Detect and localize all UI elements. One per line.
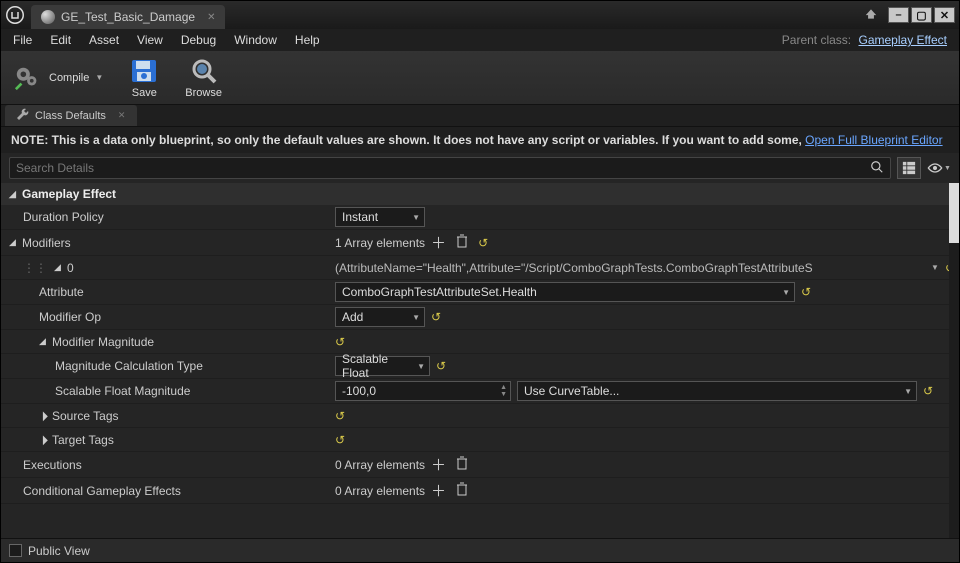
element-menu-icon[interactable]: ▼ — [931, 263, 939, 272]
scalable-reset-button[interactable]: ↺ — [923, 384, 933, 398]
row-source-tags: ◢Source Tags ↺ — [1, 404, 959, 428]
titlebar: GE_Test_Basic_Damage ✕ – ▢ ✕ — [1, 1, 959, 29]
data-only-note: NOTE: This is a data only blueprint, so … — [1, 127, 959, 153]
compile-dropdown-icon[interactable]: ▼ — [95, 73, 103, 82]
conditional-add-button[interactable]: ＋ — [431, 480, 446, 501]
collapse-icon: ◢ — [9, 189, 18, 200]
row-modifier-0: ⋮⋮◢0 (AttributeName="Health",Attribute="… — [1, 256, 959, 280]
compile-button[interactable]: Compile ▼ — [13, 64, 103, 92]
minimize-button[interactable]: – — [888, 7, 909, 23]
browse-button[interactable]: Browse — [185, 57, 222, 99]
section-gameplay-effect[interactable]: ◢ Gameplay Effect — [1, 183, 959, 205]
mag-calc-reset-button[interactable]: ↺ — [436, 359, 446, 373]
asset-tab[interactable]: GE_Test_Basic_Damage ✕ — [31, 5, 225, 29]
source-tags-reset-button[interactable]: ↺ — [335, 409, 345, 423]
details-panel: ◢ Gameplay Effect Duration Policy Instan… — [1, 183, 959, 538]
close-button[interactable]: ✕ — [934, 7, 955, 23]
modifiers-reset-button[interactable]: ↺ — [478, 236, 488, 250]
asset-sphere-icon — [41, 10, 55, 24]
spinner-icon[interactable]: ▲▼ — [500, 384, 507, 398]
source-control-icon[interactable] — [864, 7, 878, 24]
browse-magnifier-icon — [189, 57, 219, 85]
scrollbar-track[interactable] — [949, 183, 959, 538]
scrollbar-thumb[interactable] — [949, 183, 959, 243]
parent-class-link[interactable]: Gameplay Effect — [859, 33, 948, 47]
mag-calc-dropdown[interactable]: Scalable Float — [335, 356, 430, 376]
compile-gear-icon — [13, 64, 43, 92]
public-view-checkbox[interactable] — [9, 544, 22, 557]
save-floppy-icon — [129, 57, 159, 85]
row-executions: Executions 0 Array elements ＋ — [1, 452, 959, 478]
modifier-op-dropdown[interactable]: Add — [335, 307, 425, 327]
row-modifier-op: Modifier Op Add ↺ — [1, 305, 959, 330]
menu-file[interactable]: File — [13, 33, 32, 47]
close-tab-icon[interactable]: ✕ — [207, 12, 215, 23]
menu-help[interactable]: Help — [295, 33, 320, 47]
menubar: File Edit Asset View Debug Window Help P… — [1, 29, 959, 51]
row-attribute: Attribute ComboGraphTestAttributeSet.Hea… — [1, 280, 959, 305]
row-mag-calc: Magnitude Calculation Type Scalable Floa… — [1, 354, 959, 379]
target-tags-reset-button[interactable]: ↺ — [335, 433, 345, 447]
executions-add-button[interactable]: ＋ — [431, 454, 446, 475]
search-icon — [870, 160, 884, 177]
public-view-label: Public View — [28, 544, 90, 558]
attribute-dropdown[interactable]: ComboGraphTestAttributeSet.Health — [335, 282, 795, 302]
row-duration-policy: Duration Policy Instant — [1, 205, 959, 230]
row-modifier-magnitude: ◢Modifier Magnitude ↺ — [1, 330, 959, 354]
attribute-reset-button[interactable]: ↺ — [801, 285, 811, 299]
view-eye-button[interactable]: ▼ — [927, 157, 951, 179]
view-grid-button[interactable] — [897, 157, 921, 179]
save-button[interactable]: Save — [129, 57, 159, 99]
search-input[interactable]: Search Details — [9, 157, 891, 179]
panel-tabs: Class Defaults ✕ — [1, 105, 959, 127]
duration-policy-dropdown[interactable]: Instant — [335, 207, 425, 227]
row-conditional: Conditional Gameplay Effects 0 Array ele… — [1, 478, 959, 504]
menu-debug[interactable]: Debug — [181, 33, 216, 47]
magnitude-reset-button[interactable]: ↺ — [335, 335, 345, 349]
search-row: Search Details ▼ — [1, 153, 959, 183]
menu-asset[interactable]: Asset — [89, 33, 119, 47]
close-panel-tab-icon[interactable]: ✕ — [118, 110, 126, 121]
ue-logo-icon — [5, 5, 25, 25]
scalable-float-input[interactable]: -100,0 ▲▼ — [335, 381, 511, 401]
toolbar: Compile ▼ Save Browse — [1, 51, 959, 105]
modifier-op-reset-button[interactable]: ↺ — [431, 310, 441, 324]
executions-clear-button[interactable] — [456, 456, 468, 473]
asset-name: GE_Test_Basic_Damage — [61, 10, 195, 24]
row-modifiers: ◢Modifiers 1 Array elements ＋ ↺ — [1, 230, 959, 256]
menu-edit[interactable]: Edit — [50, 33, 71, 47]
footer: Public View — [1, 538, 959, 562]
menu-view[interactable]: View — [137, 33, 163, 47]
maximize-button[interactable]: ▢ — [911, 7, 932, 23]
modifiers-add-button[interactable]: ＋ — [431, 232, 446, 253]
parent-class: Parent class: Gameplay Effect — [782, 33, 947, 47]
modifiers-clear-button[interactable] — [456, 234, 468, 251]
conditional-clear-button[interactable] — [456, 482, 468, 499]
row-scalable-float: Scalable Float Magnitude -100,0 ▲▼ Use C… — [1, 379, 959, 404]
wrench-icon — [17, 108, 29, 123]
row-target-tags: ◢Target Tags ↺ — [1, 428, 959, 452]
tab-class-defaults[interactable]: Class Defaults ✕ — [5, 105, 137, 126]
menu-window[interactable]: Window — [234, 33, 277, 47]
open-full-blueprint-link[interactable]: Open Full Blueprint Editor — [805, 133, 942, 147]
curve-table-dropdown[interactable]: Use CurveTable... — [517, 381, 917, 401]
